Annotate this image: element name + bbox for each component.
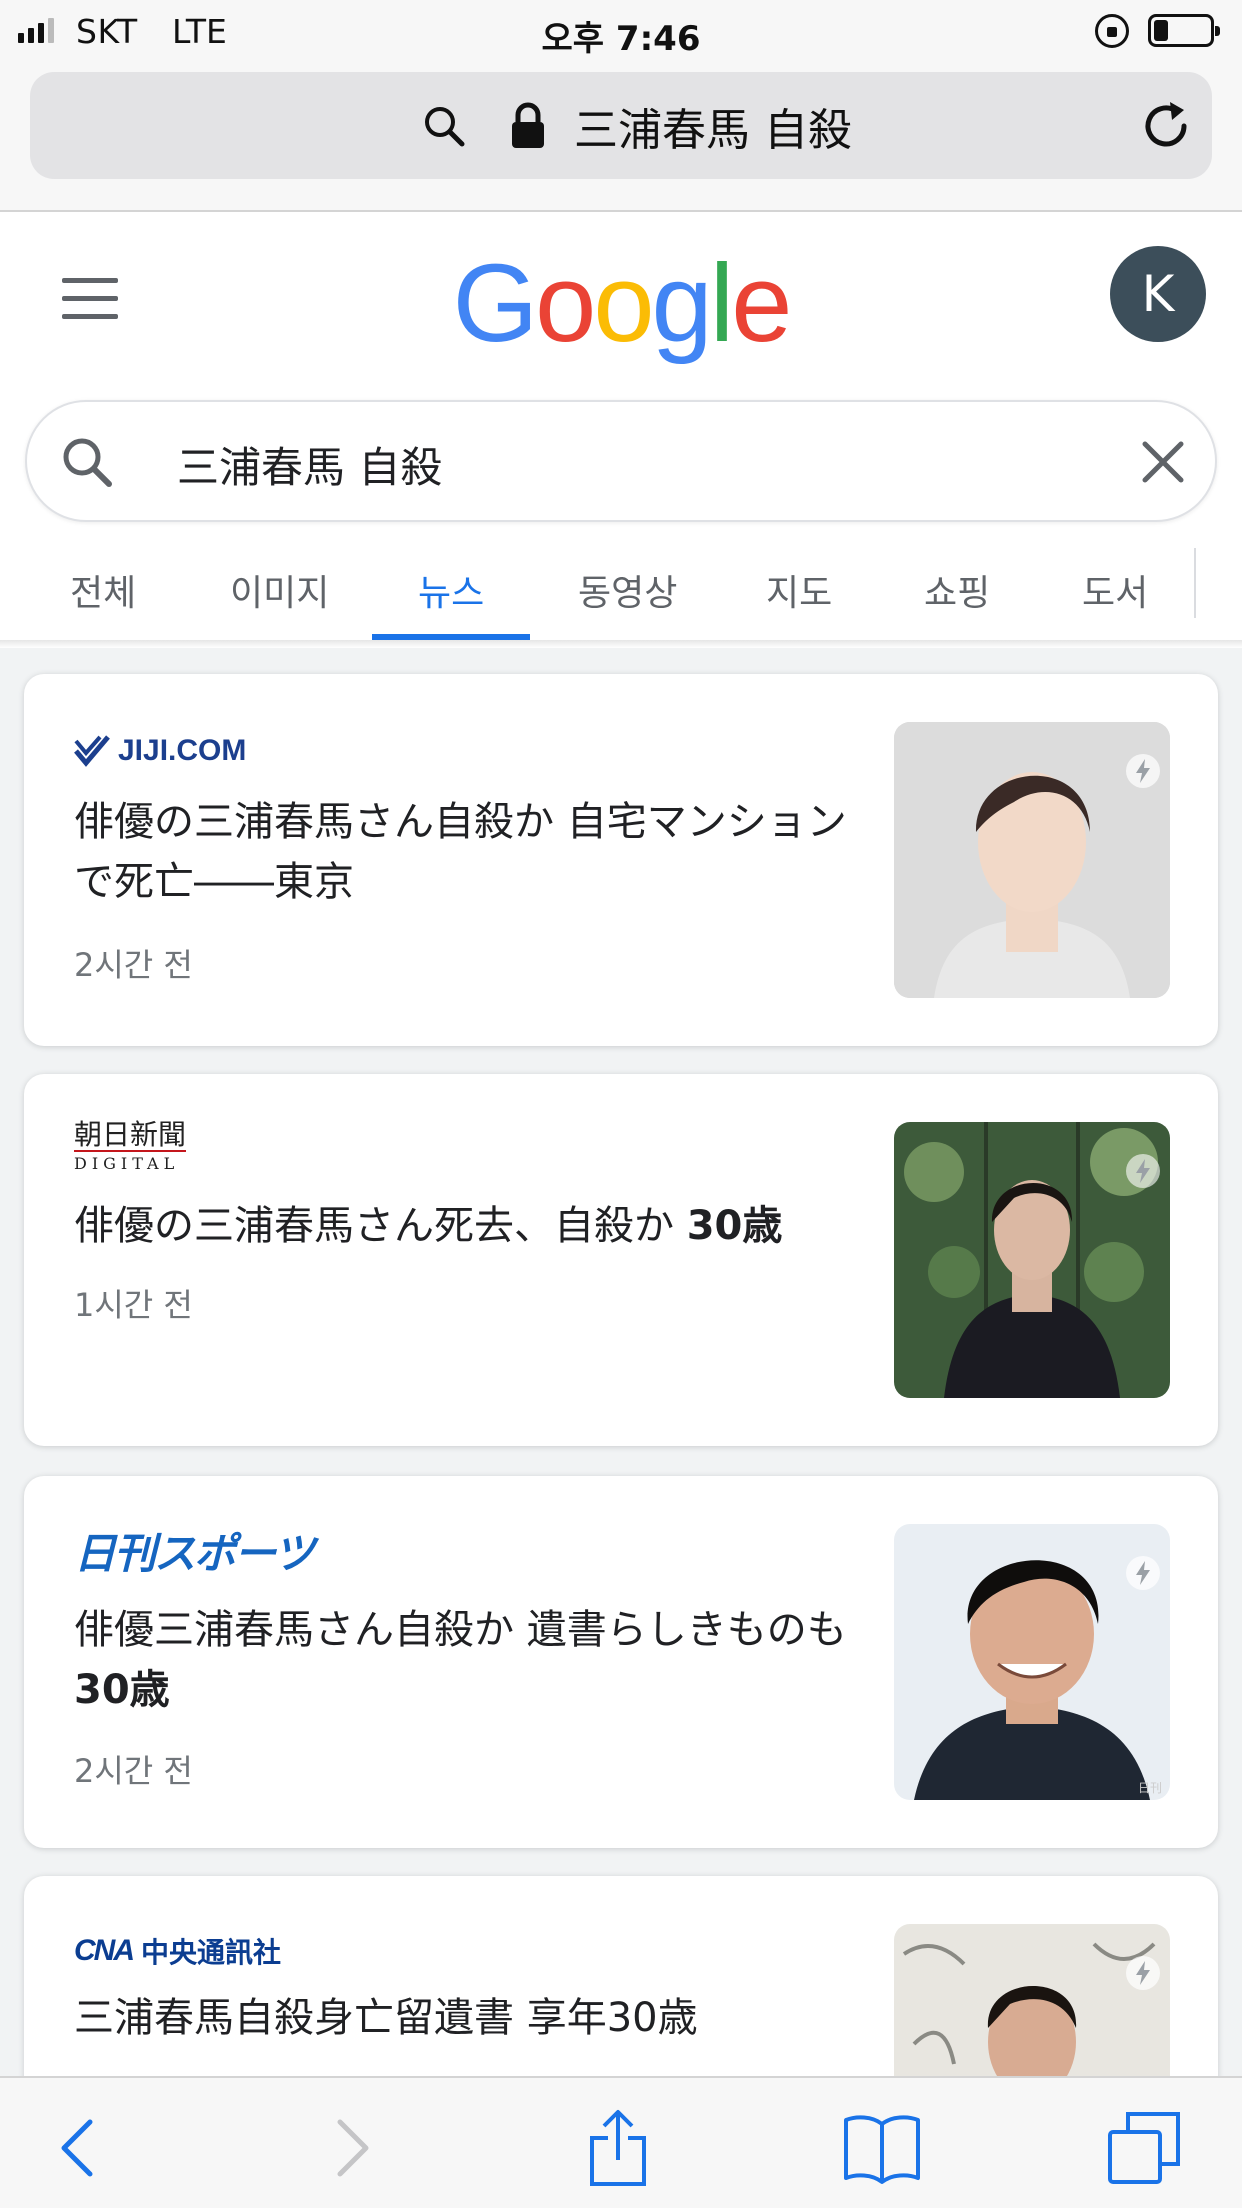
search-icon [425, 107, 465, 147]
address-bar-text: 三浦春馬 自殺 [574, 105, 852, 156]
bookmarks-icon[interactable] [842, 2108, 922, 2188]
search-icon[interactable] [57, 432, 117, 492]
address-bar[interactable]: 三浦春馬 自殺 [30, 72, 1212, 179]
news-title[interactable]: 俳優三浦春馬さん自殺か 遺書らしきものも 30歳 [74, 1600, 874, 1720]
news-card[interactable]: 朝日新聞 DIGITAL 俳優の三浦春馬さん死去、自殺か 30歳 1시간 전 [24, 1074, 1218, 1446]
tab-shopping[interactable]: 쇼핑 [924, 564, 990, 616]
forward-icon[interactable] [312, 2108, 392, 2188]
share-icon[interactable] [578, 2108, 658, 2188]
source-subname: DIGITAL [74, 1150, 187, 1173]
amp-icon [1126, 1154, 1160, 1188]
source-name: 朝日新聞 [74, 1118, 187, 1151]
lock-icon [512, 102, 544, 148]
source-logo-asahi: 朝日新聞 DIGITAL [74, 1118, 187, 1173]
browser-address-area: 三浦春馬 自殺 [0, 62, 1242, 212]
close-icon[interactable] [1137, 436, 1189, 488]
source-name: 中央通訊社 [141, 1936, 282, 1969]
portrait-image [894, 1924, 1170, 2076]
news-title[interactable]: 三浦春馬自殺身亡留遺書 享年30歳 [74, 1988, 874, 2048]
news-thumbnail [894, 1924, 1170, 2076]
logo-letter: g [651, 242, 713, 365]
logo-letter: l [709, 242, 735, 365]
news-title[interactable]: 俳優の三浦春馬さん死去、自殺か 30歳 [74, 1196, 874, 1256]
tabs-shadow [0, 640, 1242, 648]
rotation-lock-icon [1095, 14, 1129, 48]
search-tabs: 전체 이미지 뉴스 동영상 지도 쇼핑 도서 [0, 548, 1242, 642]
news-age: 2시간 전 [74, 1752, 193, 1790]
reload-icon[interactable] [1138, 98, 1194, 154]
news-card[interactable]: 日刊スポーツ 俳優三浦春馬さん自殺か 遺書らしきものも 30歳 2시간 전 日刊 [24, 1476, 1218, 1848]
status-time: 오후 7:46 [541, 19, 701, 59]
source-name: 日刊スポーツ [74, 1529, 315, 1578]
tab-all[interactable]: 전체 [70, 564, 136, 616]
tab-divider [1194, 548, 1196, 618]
google-logo[interactable]: Google [0, 240, 1242, 367]
amp-icon [1126, 754, 1160, 788]
logo-letter: o [593, 242, 654, 365]
source-logo-cna: CNA 中央通訊社 [74, 1926, 281, 1976]
status-bar: SKT LTE 오후 7:46 [0, 0, 1242, 62]
news-card[interactable]: JIJI.COM 俳優の三浦春馬さん自殺か 自宅マンションで死亡――東京 2시간… [24, 674, 1218, 1046]
jiji-logo-icon [74, 735, 110, 767]
back-icon[interactable] [38, 2108, 118, 2188]
tabs-icon[interactable] [1104, 2108, 1184, 2188]
news-card[interactable]: CNA 中央通訊社 三浦春馬自殺身亡留遺書 享年30歳 [24, 1876, 1218, 2076]
tab-images[interactable]: 이미지 [230, 564, 329, 616]
news-thumbnail: 日刊 [894, 1524, 1170, 1800]
cna-logo-mark: CNA [74, 1934, 135, 1967]
account-avatar[interactable]: K [1110, 246, 1206, 342]
news-age: 2시간 전 [74, 946, 193, 984]
amp-icon [1126, 1556, 1160, 1590]
logo-letter: o [535, 242, 596, 365]
amp-icon [1126, 1956, 1160, 1990]
logo-letter: G [452, 242, 539, 365]
source-logo-nikkan: 日刊スポーツ [74, 1520, 315, 1578]
tab-videos[interactable]: 동영상 [578, 564, 677, 616]
source-logo-jiji: JIJI.COM [74, 726, 246, 776]
news-title[interactable]: 俳優の三浦春馬さん自殺か 自宅マンションで死亡――東京 [74, 792, 874, 912]
news-age: 1시간 전 [74, 1286, 193, 1324]
source-name: JIJI.COM [118, 734, 247, 767]
battery-icon [1148, 14, 1220, 47]
search-box[interactable]: 三浦春馬 自殺 [25, 400, 1217, 522]
browser-toolbar [0, 2076, 1242, 2208]
news-thumbnail [894, 1122, 1170, 1398]
tab-news[interactable]: 뉴스 [418, 564, 484, 616]
tab-books[interactable]: 도서 [1082, 564, 1148, 616]
news-feed: JIJI.COM 俳優の三浦春馬さん自殺か 自宅マンションで死亡――東京 2시간… [0, 648, 1242, 2076]
thumbnail-caption: 日刊 [1137, 1781, 1162, 1795]
news-thumbnail [894, 722, 1170, 998]
tab-maps[interactable]: 지도 [766, 564, 832, 616]
search-input[interactable]: 三浦春馬 自殺 [177, 434, 442, 495]
logo-letter: e [731, 242, 792, 365]
